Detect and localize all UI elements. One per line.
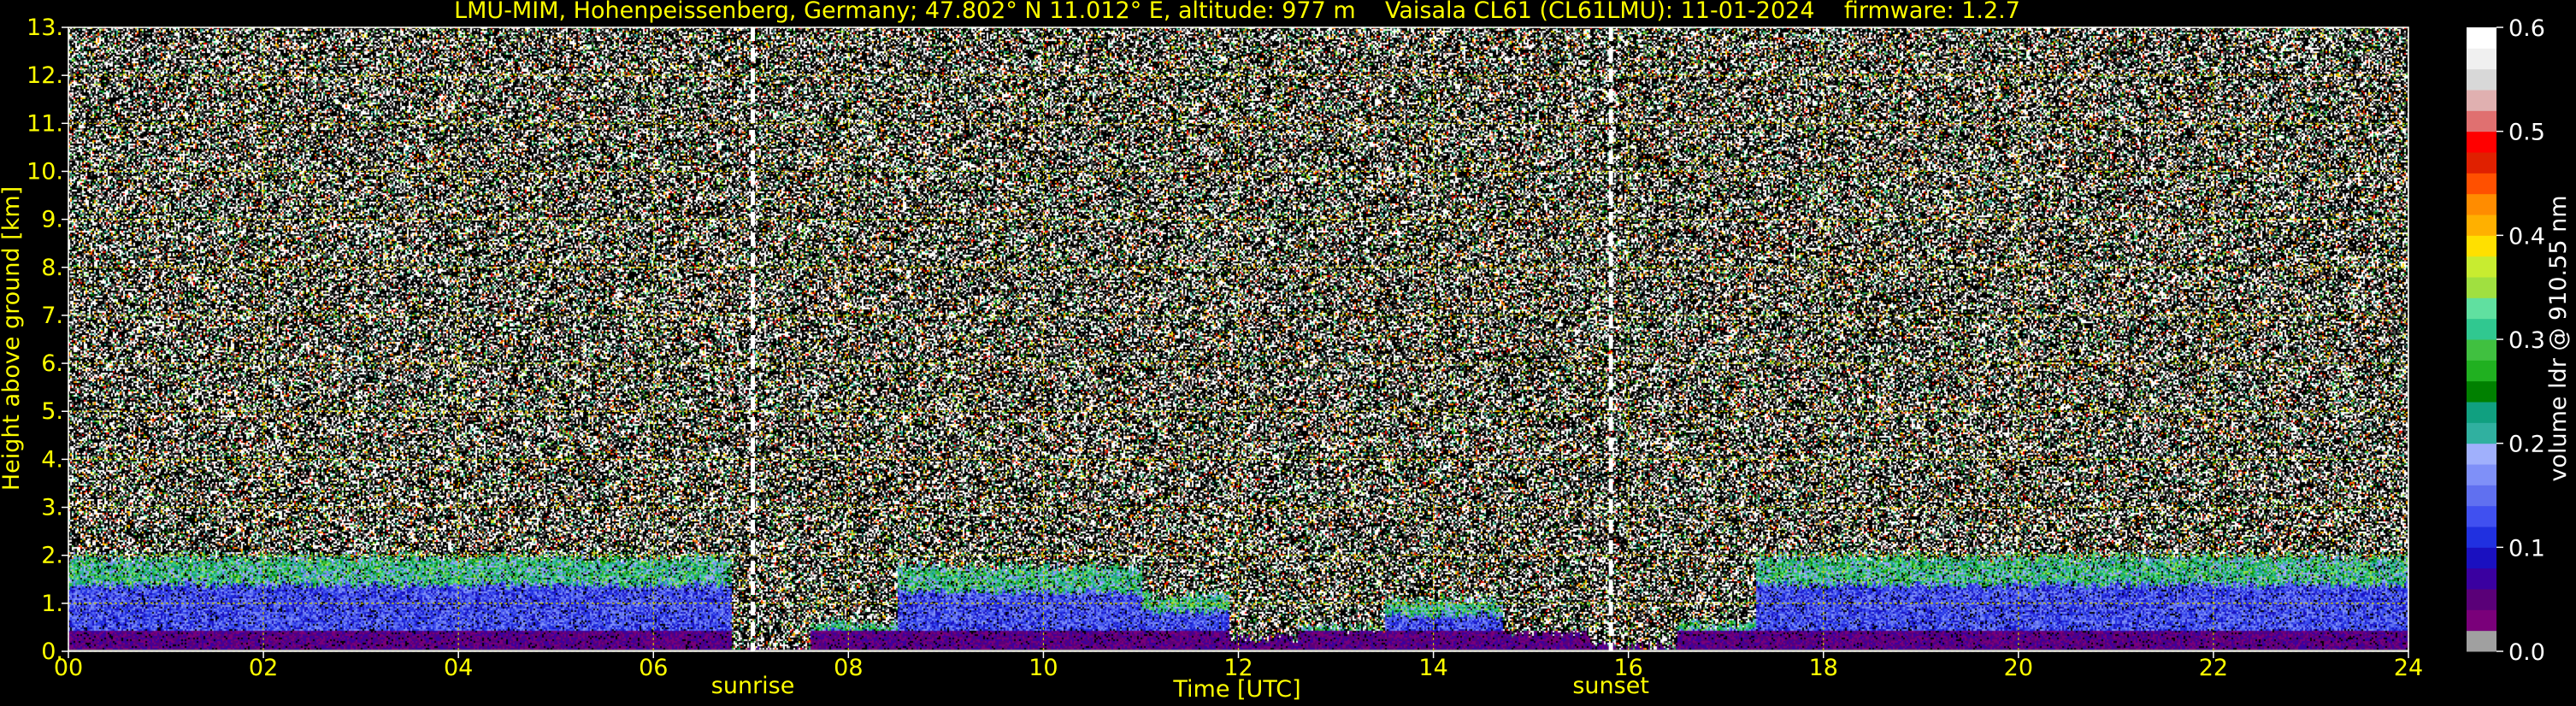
colorbar-segment (2467, 609, 2496, 632)
colorbar-tick-label: 0.3 (2508, 327, 2545, 354)
colorbar-segment (2467, 547, 2496, 569)
y-axis-label: Height above ground [km] (0, 186, 25, 491)
x-tick-label: 16 (1613, 655, 1642, 681)
x-tick-label: 22 (2199, 655, 2228, 681)
colorbar-segment (2467, 277, 2496, 298)
y-tick-label: 8. (41, 255, 63, 281)
colorbar-segment (2467, 402, 2496, 423)
colorbar-segment (2467, 110, 2496, 132)
colorbar-segment (2467, 27, 2496, 49)
colorbar-segment (2467, 380, 2496, 403)
colorbar-segment (2467, 48, 2496, 70)
x-tick-label: 06 (639, 655, 668, 681)
colorbar-tick-label: 0.2 (2508, 432, 2545, 458)
y-tick-label: 9. (41, 207, 63, 233)
colorbar-segment (2467, 152, 2496, 174)
x-tick-label: 20 (2004, 655, 2033, 681)
x-tick-label: 18 (1809, 655, 1838, 681)
y-tick-label: 1. (41, 591, 63, 617)
y-tick-label: 2. (41, 543, 63, 569)
y-tick-label: 10. (27, 158, 63, 185)
x-tick-label: 24 (2394, 655, 2423, 681)
colorbar-segment (2467, 443, 2496, 465)
x-tick-label: 08 (834, 655, 863, 681)
colorbar-segment (2467, 568, 2496, 590)
colorbar-segment (2467, 68, 2496, 91)
x-tick-label: 14 (1418, 655, 1447, 681)
colorbar-segment (2467, 505, 2496, 527)
x-tick-label: 10 (1029, 655, 1058, 681)
colorbar-segment (2467, 193, 2496, 215)
y-tick-label: 6. (41, 350, 63, 377)
x-tick-label: 04 (444, 655, 473, 681)
colorbar-segment (2467, 173, 2496, 195)
colorbar-segment (2467, 256, 2496, 278)
colorbar-segment (2467, 589, 2496, 610)
colorbar-segment (2467, 527, 2496, 548)
y-tick-label: 3. (41, 495, 63, 521)
colorbar-tick-label: 0.1 (2508, 535, 2545, 562)
colorbar-tick-label: 0.4 (2508, 223, 2545, 250)
colorbar-segment (2467, 630, 2496, 652)
y-tick-label: 13. (27, 15, 63, 41)
y-tick-label: 4. (41, 446, 63, 473)
y-tick-label: 12. (27, 62, 63, 89)
ldr-chart: LMU-MIM, Hohenpeissenberg, Germany; 47.8… (0, 0, 2576, 706)
colorbar-segment (2467, 297, 2496, 320)
colorbar-segment (2467, 90, 2496, 111)
colorbar-segment (2467, 360, 2496, 382)
sunrise-label: sunrise (711, 673, 795, 699)
y-tick-label: 11. (27, 110, 63, 137)
colorbar-segment (2467, 215, 2496, 236)
colorbar-segment (2467, 464, 2496, 485)
colorbar-segment (2467, 131, 2496, 153)
y-tick-label: 5. (41, 398, 63, 425)
colorbar-label: volume ldr @ 910.55 nm (2545, 196, 2572, 482)
chart-title: LMU-MIM, Hohenpeissenberg, Germany; 47.8… (454, 0, 2020, 24)
colorbar-tick-label: 0.0 (2508, 639, 2545, 666)
colorbar-segment (2467, 422, 2496, 444)
x-tick-label: 02 (249, 655, 278, 681)
colorbar-segment (2467, 339, 2496, 361)
colorbar-tick-label: 0.5 (2508, 120, 2545, 146)
y-tick-label: 7. (41, 303, 63, 329)
x-axis-label: Time [UTC] (1172, 676, 1300, 703)
y-tick-label: 0. (41, 638, 63, 665)
colorbar-tick-label: 0.6 (2508, 15, 2545, 42)
colorbar-segment (2467, 485, 2496, 507)
colorbar-segment (2467, 235, 2496, 257)
colorbar-segment (2467, 318, 2496, 340)
